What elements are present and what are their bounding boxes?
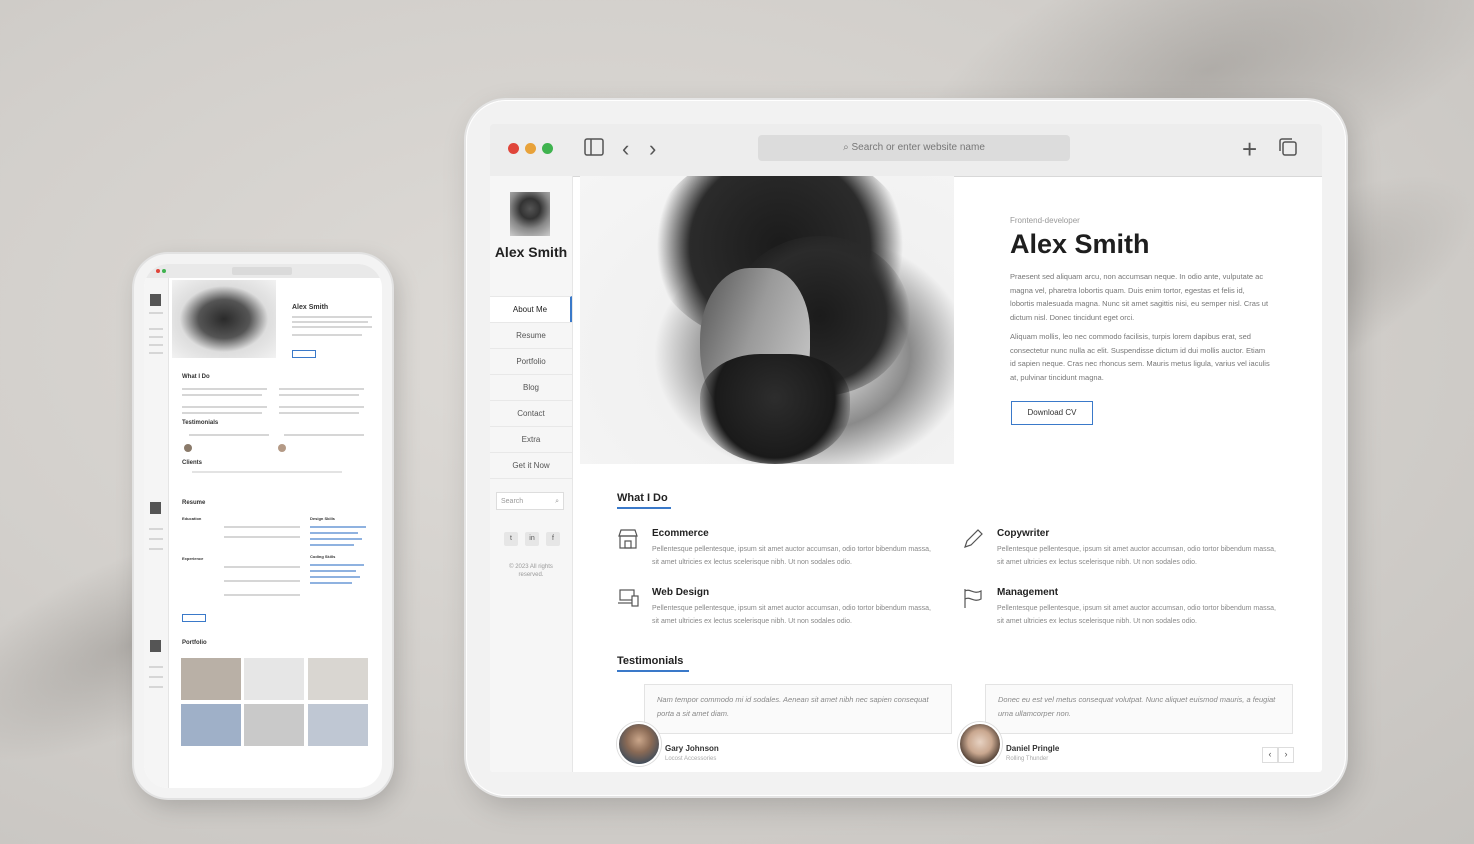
pen-icon — [962, 528, 984, 550]
phone-section-title: Resume — [182, 500, 206, 506]
phone-sidebar — [144, 278, 169, 788]
twitter-icon[interactable]: t — [504, 532, 518, 546]
close-window-button[interactable] — [508, 143, 519, 154]
phone-device: Alex Smith What I Do Testimonials Client… — [134, 254, 392, 798]
section-title-testimonials: Testimonials — [617, 655, 689, 672]
testimonial-carousel-nav: ‹ › — [1262, 747, 1294, 763]
phone-section-title: What I Do — [182, 374, 210, 380]
devices-icon — [617, 587, 639, 609]
portfolio-thumbnail — [244, 704, 304, 746]
testimonial-company: Locost Accessories — [665, 756, 717, 762]
portfolio-thumbnail — [308, 658, 368, 700]
testimonial-quote: Nam tempor commodo mi id sodales. Aenean… — [644, 684, 952, 734]
maximize-window-button[interactable] — [542, 143, 553, 154]
nav-item-about[interactable]: About Me — [490, 296, 572, 322]
phone-section-title: Clients — [182, 460, 203, 466]
phone-section-title: Coding Skills — [310, 554, 336, 559]
avatar — [958, 722, 1002, 766]
hero-portrait — [580, 176, 954, 464]
hero-paragraph: Aliquam mollis, leo nec commodo facilisi… — [1010, 332, 1270, 382]
portfolio-thumbnail — [244, 658, 304, 700]
minimize-window-button[interactable] — [525, 143, 536, 154]
search-icon: ⌕ — [555, 498, 559, 505]
avatar — [510, 192, 550, 236]
linkedin-icon[interactable]: in — [525, 532, 539, 546]
nav-item-extra[interactable]: Extra — [490, 426, 572, 452]
testimonial-name: Daniel Pringle — [1006, 744, 1060, 753]
hero-subtitle: Frontend-developer — [1010, 216, 1080, 225]
browser-toolbar: ‹ › ⌕ Search or enter website name + — [490, 124, 1322, 177]
phone-section-title: Experience — [182, 556, 204, 561]
portfolio-thumbnail — [181, 658, 241, 700]
facebook-icon[interactable]: f — [546, 532, 560, 546]
chevron-right-icon[interactable]: › — [1278, 747, 1294, 763]
url-bar[interactable]: ⌕ Search or enter website name — [758, 135, 1070, 161]
nav-item-get-it-now[interactable]: Get it Now — [490, 452, 572, 479]
phone-section-title: Design Skills — [310, 516, 335, 521]
back-icon[interactable]: ‹ — [622, 137, 629, 161]
sidebar-search-input[interactable]: Search ⌕ — [496, 492, 564, 510]
avatar — [617, 722, 661, 766]
phone-section-title: Testimonials — [182, 420, 219, 426]
testimonial-name: Gary Johnson — [665, 744, 719, 753]
chevron-left-icon[interactable]: ‹ — [1262, 747, 1278, 763]
hero-intro: Frontend-developer Alex Smith Praesent s… — [1010, 216, 1270, 384]
tabs-overview-icon[interactable] — [1278, 137, 1298, 162]
phone-hero-portrait — [172, 280, 276, 358]
nav-item-contact[interactable]: Contact — [490, 400, 572, 426]
phone-hero-title: Alex Smith — [292, 304, 329, 311]
phone-browser-bar — [144, 264, 382, 278]
phone-section-title: Education — [182, 516, 202, 521]
copyright: © 2023 All rights reserved. — [509, 564, 553, 578]
testimonial-quote: Donec eu est vel metus consequat volutpa… — [985, 684, 1293, 734]
tablet-screen: ‹ › ⌕ Search or enter website name + Ale… — [490, 124, 1322, 772]
nav-item-resume[interactable]: Resume — [490, 322, 572, 348]
new-tab-icon[interactable]: + — [1242, 136, 1257, 162]
phone-screen: Alex Smith What I Do Testimonials Client… — [144, 264, 382, 788]
nav-item-portfolio[interactable]: Portfolio — [490, 348, 572, 374]
phone-section-title: Portfolio — [182, 640, 207, 646]
site-sidebar: Alex Smith About Me Resume Portfolio Blo… — [490, 176, 573, 772]
store-icon — [617, 528, 639, 550]
download-cv-button[interactable]: Download CV — [1011, 401, 1093, 425]
social-links: t in f — [504, 532, 560, 546]
url-placeholder: Search or enter website name — [851, 142, 985, 153]
sidebar-nav: About Me Resume Portfolio Blog Contact E… — [490, 296, 572, 479]
forward-icon[interactable]: › — [649, 137, 656, 161]
flag-icon — [962, 587, 984, 609]
sidebar-toggle-icon[interactable] — [584, 137, 604, 161]
nav-item-blog[interactable]: Blog — [490, 374, 572, 400]
portfolio-thumbnail — [308, 704, 368, 746]
sidebar-name: Alex Smith — [494, 244, 568, 260]
hero-paragraph: Praesent sed aliquam arcu, non accumsan … — [1010, 272, 1269, 322]
hero-title: Alex Smith — [1010, 229, 1150, 259]
portfolio-thumbnail — [181, 704, 241, 746]
testimonial-company: Rolling Thunder — [1006, 756, 1049, 762]
section-title-what-i-do: What I Do — [617, 492, 671, 509]
tablet-device: ‹ › ⌕ Search or enter website name + Ale… — [466, 100, 1346, 796]
